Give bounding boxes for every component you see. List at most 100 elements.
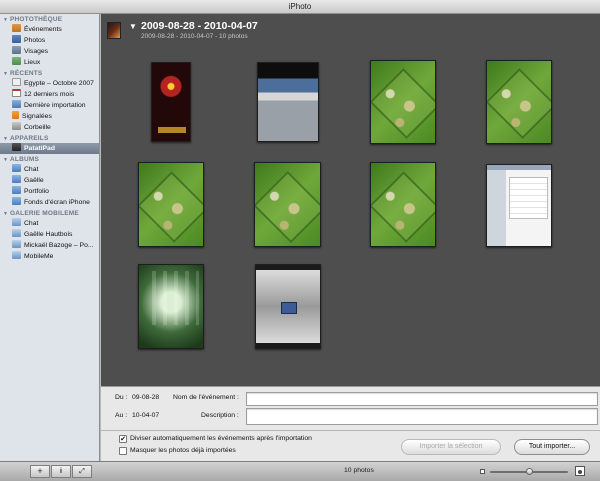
- zoom-slider[interactable]: [490, 468, 568, 475]
- from-label: Du :: [115, 394, 128, 401]
- import-icon: [12, 100, 21, 108]
- photo-thumbnail-10[interactable]: [255, 264, 321, 349]
- sidebar-section-header[interactable]: ▼ ALBUMS: [0, 155, 99, 164]
- sidebar-item[interactable]: Gaëlle Hautbois: [0, 229, 99, 240]
- split-events-label: Diviser automatiquement les événements a…: [130, 435, 312, 442]
- events-icon: [12, 24, 21, 32]
- album-icon: [12, 197, 21, 205]
- photo-thumbnail-5[interactable]: [138, 162, 204, 247]
- event-key-photo: [107, 22, 121, 39]
- sidebar-item[interactable]: Portfolio: [0, 186, 99, 197]
- sidebar-item[interactable]: MobileMe: [0, 251, 99, 262]
- window-title: iPhoto: [0, 0, 600, 14]
- zoom-slider-knob[interactable]: [525, 468, 533, 475]
- event-icon: [12, 78, 21, 86]
- hide-imported-checkbox[interactable]: [119, 447, 127, 455]
- event-name-field[interactable]: [246, 392, 598, 406]
- trash-icon: [12, 122, 21, 130]
- fullscreen-button[interactable]: ⤢: [72, 465, 92, 478]
- checkmark-icon: ✔: [120, 436, 126, 443]
- sidebar-item-label: MobileMe: [24, 253, 54, 260]
- faces-icon: [12, 46, 21, 54]
- sidebar-item-label: Lieux: [24, 59, 41, 66]
- sidebar-item[interactable]: Événements: [0, 24, 99, 35]
- sidebar-item[interactable]: Dernière importation: [0, 100, 99, 111]
- disclosure-triangle-icon[interactable]: ▼: [129, 22, 137, 31]
- bottom-toolbar: + i ⤢ 10 photos: [0, 461, 600, 481]
- sidebar-item-label: Photos: [24, 37, 46, 44]
- sidebar-item[interactable]: Egypte – Octobre 2007: [0, 78, 99, 89]
- mobileme-gallery-icon: [12, 229, 21, 237]
- album-icon: [12, 164, 21, 172]
- photo-thumbnail-3[interactable]: [370, 60, 436, 144]
- photo-browser: ▼ 2009-08-28 - 2010-04-07 2009-08-28 - 2…: [101, 14, 600, 386]
- sidebar-item[interactable]: Lieux: [0, 57, 99, 68]
- sidebar-item[interactable]: Chat: [0, 164, 99, 175]
- sidebar-item[interactable]: Gaëlle: [0, 175, 99, 186]
- split-events-checkbox[interactable]: ✔: [119, 435, 127, 443]
- to-date: 10-04-07: [132, 412, 160, 419]
- sidebar-item[interactable]: 12 derniers mois: [0, 89, 99, 100]
- event-subtitle: 2009-08-28 - 2010-04-07 - 10 photos: [141, 33, 248, 40]
- sidebar-item[interactable]: Visages: [0, 46, 99, 57]
- album-icon: [12, 175, 21, 183]
- mobileme-icon: [12, 251, 21, 259]
- photo-count: 10 photos: [344, 467, 374, 474]
- import-selection-button[interactable]: Importer la sélection: [401, 439, 501, 455]
- add-album-button[interactable]: +: [30, 465, 50, 478]
- sidebar-item[interactable]: Signalées: [0, 111, 99, 122]
- description-field[interactable]: [246, 408, 598, 425]
- photo-thumbnail-8[interactable]: [486, 164, 552, 247]
- photo-thumbnail-9[interactable]: [138, 264, 204, 349]
- sidebar-item-label: Corbeille: [24, 124, 51, 131]
- sidebar-item[interactable]: Chat: [0, 218, 99, 229]
- event-header: ▼ 2009-08-28 - 2010-04-07 2009-08-28 - 2…: [101, 14, 600, 44]
- sidebar-section-label: ALBUMS: [10, 156, 40, 163]
- sidebar-item-label: Gaëlle Hautbois: [24, 231, 73, 238]
- zoom-out-icon[interactable]: [480, 469, 485, 474]
- sidebar-section-label: RÉCENTS: [10, 70, 43, 77]
- zoom-in-icon[interactable]: [575, 466, 585, 476]
- sidebar-item-label: Gaëlle: [24, 177, 44, 184]
- device-icon: [12, 143, 21, 151]
- import-all-button[interactable]: Tout importer...: [514, 439, 590, 455]
- event-name-label: Nom de l'événement :: [173, 394, 239, 401]
- album-icon: [12, 186, 21, 194]
- photo-thumbnail-4[interactable]: [486, 60, 552, 144]
- sidebar-section-header[interactable]: ▼ GALERIE MOBILEME: [0, 209, 99, 218]
- sidebar-item-label: Signalées: [22, 113, 52, 120]
- mobileme-gallery-icon: [12, 218, 21, 226]
- disclosure-triangle-icon[interactable]: ▼: [3, 210, 10, 219]
- sidebar-item[interactable]: Photos: [0, 35, 99, 46]
- disclosure-triangle-icon[interactable]: ▼: [3, 135, 10, 144]
- sidebar-item[interactable]: Fonds d'écran iPhone: [0, 197, 99, 208]
- sidebar-item[interactable]: Mickaël Bazoge – Po...: [0, 240, 99, 251]
- sidebar-item-label: Fonds d'écran iPhone: [24, 199, 90, 206]
- mobileme-gallery-icon: [12, 240, 21, 248]
- sidebar-item[interactable]: Corbeille: [0, 122, 99, 133]
- sidebar-item-label: Visages: [24, 48, 49, 55]
- event-title: 2009-08-28 - 2010-04-07: [141, 20, 258, 32]
- sidebar-section-header[interactable]: ▼ RÉCENTS: [0, 69, 99, 78]
- info-button[interactable]: i: [51, 465, 71, 478]
- photo-thumbnail-6[interactable]: [254, 162, 321, 247]
- sidebar-section-label: APPAREILS: [10, 135, 49, 142]
- sidebar-item-label: Chat: [24, 220, 39, 227]
- to-label: Au :: [115, 412, 128, 419]
- sidebar-item-label: Événements: [24, 26, 62, 33]
- plus-icon: +: [37, 466, 43, 476]
- sidebar-section-header[interactable]: ▼ APPAREILS: [0, 134, 99, 143]
- photo-thumbnail-2[interactable]: [257, 62, 319, 142]
- disclosure-triangle-icon[interactable]: ▼: [3, 16, 10, 25]
- disclosure-triangle-icon[interactable]: ▼: [3, 156, 10, 165]
- photos-icon: [12, 35, 21, 43]
- iphoto-window: iPhoto ▼ PHOTOTHÈQUE Événements Photos Visag…: [0, 0, 600, 481]
- calendar-icon: [12, 89, 21, 97]
- photo-thumbnail-1[interactable]: [151, 62, 191, 142]
- sidebar-section-header[interactable]: ▼ PHOTOTHÈQUE: [0, 15, 99, 24]
- sidebar-item[interactable]: PatatiPad: [0, 143, 99, 154]
- photo-thumbnail-7[interactable]: [370, 162, 436, 247]
- sidebar-item-label: Mickaël Bazoge – Po...: [24, 242, 94, 249]
- disclosure-triangle-icon[interactable]: ▼: [3, 70, 10, 79]
- sidebar-item-label: 12 derniers mois: [24, 91, 75, 98]
